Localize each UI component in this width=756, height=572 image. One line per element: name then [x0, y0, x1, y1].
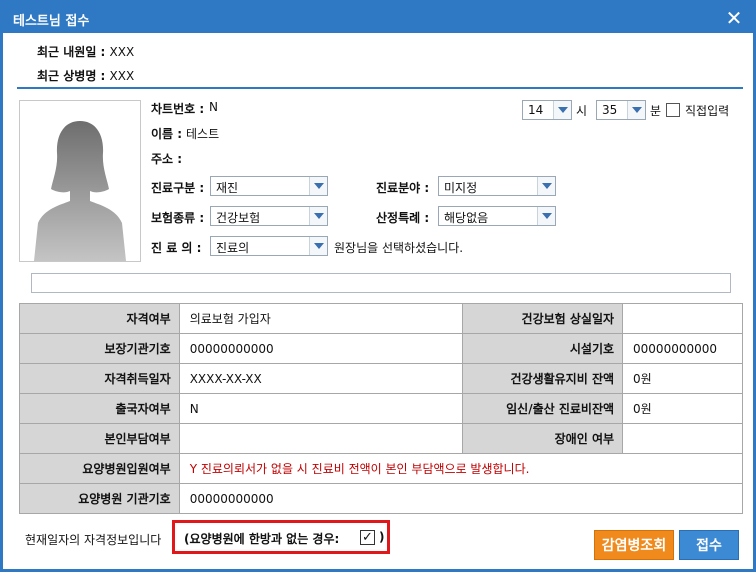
warning-cell: Y 진료의뢰서가 없을 시 진료비 전액이 본인 부담액으로 발생합니다.: [178, 453, 744, 484]
visit-type-label: 진료구분 :: [151, 181, 205, 195]
hour-select[interactable]: 14: [522, 100, 572, 120]
table-header-cell: 요양병원입원여부: [19, 453, 180, 484]
visit-type-value: 재진: [216, 181, 239, 195]
table-header-cell: 자격여부: [19, 303, 180, 334]
table-cell: 0원: [622, 363, 743, 394]
chevron-down-icon[interactable]: [309, 177, 327, 195]
chevron-down-icon[interactable]: [627, 101, 645, 119]
table-cell: 0원: [622, 393, 743, 424]
table-header-cell: 건강생활유지비 잔액: [462, 363, 624, 394]
recent-visit-label: 최근 내원일 :: [37, 45, 110, 59]
recent-disease-row: 최근 상병명 : XXX: [37, 67, 134, 84]
table-header-cell: 임신/출산 진료비잔액: [462, 393, 624, 424]
special-value: 해당없음: [444, 211, 489, 225]
special-label: 산정특례 :: [376, 211, 430, 225]
hour-unit: 시: [576, 104, 588, 118]
table-row: 자격여부 의료보험 가입자 건강보험 상실일자: [19, 303, 743, 334]
hour-value: 14: [528, 103, 544, 117]
doctor-label: 진 료 의 :: [151, 241, 202, 255]
table-header-cell: 요양병원 기관기호: [19, 483, 180, 514]
minute-select[interactable]: 35: [596, 100, 646, 120]
table-header-cell: 자격취득일자: [19, 363, 180, 394]
person-silhouette-icon: [34, 121, 126, 261]
insurance-label: 보험종류 :: [151, 211, 205, 225]
table-row: 요양병원입원여부 Y 진료의뢰서가 없을 시 진료비 전액이 본인 부담액으로 …: [19, 453, 744, 484]
doctor-value: 진료의: [216, 241, 250, 255]
nursing-hospital-close: ): [379, 530, 385, 544]
table-row: 보장기관기호 00000000000 시설기호 00000000000: [19, 333, 743, 364]
table-cell: [178, 423, 464, 454]
table-header-cell: 장애인 여부: [462, 423, 624, 454]
chart-no-value: N: [209, 100, 218, 114]
table-header-cell: 건강보험 상실일자: [462, 303, 624, 334]
table-row: 출국자여부 N 임신/출산 진료비잔액 0원: [19, 393, 743, 424]
name-value: 테스트: [186, 127, 220, 141]
header-divider: [17, 87, 743, 89]
doctor-select[interactable]: 진료의: [210, 236, 328, 256]
dialog-title: 테스트님 접수: [13, 14, 90, 29]
table-cell: 의료보험 가입자: [178, 303, 464, 334]
insurance-select[interactable]: 건강보험: [210, 206, 328, 226]
title-bar: 테스트님 접수 ✕: [3, 3, 753, 33]
infectious-disease-lookup-button[interactable]: 감염병조회: [594, 530, 674, 560]
table-cell: XXXX-XX-XX: [178, 363, 464, 394]
chart-no-label: 차트번호 :: [151, 102, 205, 116]
manual-input-checkbox[interactable]: [666, 103, 680, 117]
chevron-down-icon[interactable]: [537, 207, 555, 225]
department-label: 진료분야 :: [376, 181, 430, 195]
register-button[interactable]: 접수: [679, 530, 739, 560]
table-cell: [622, 423, 743, 454]
name-label: 이름 :: [151, 127, 183, 141]
address-label: 주소 :: [151, 152, 183, 166]
table-header-cell: 보장기관기호: [19, 333, 180, 364]
patient-photo: [19, 100, 141, 262]
memo-input[interactable]: [31, 273, 731, 293]
eligibility-note: 현재일자의 자격정보입니다: [25, 533, 162, 547]
table-row: 자격취득일자 XXXX-XX-XX 건강생활유지비 잔액 0원: [19, 363, 743, 394]
recent-disease-label: 최근 상병명 :: [37, 69, 110, 83]
table-cell: 00000000000: [178, 483, 744, 514]
doctor-suffix: 원장님을 선택하셨습니다.: [334, 241, 464, 255]
minute-value: 35: [602, 103, 618, 117]
table-header-cell: 시설기호: [462, 333, 624, 364]
table-cell: 00000000000: [178, 333, 464, 364]
table-cell: [622, 303, 743, 334]
chevron-down-icon[interactable]: [309, 207, 327, 225]
table-header-cell: 본인부담여부: [19, 423, 180, 454]
dialog-window: 테스트님 접수 ✕ 최근 내원일 : XXX 최근 상병명 : XXX 차트번호…: [0, 0, 756, 572]
recent-disease-value: XXX: [109, 69, 135, 83]
table-header-cell: 출국자여부: [19, 393, 180, 424]
visit-type-select[interactable]: 재진: [210, 176, 328, 196]
close-icon[interactable]: ✕: [723, 7, 745, 29]
table-row: 본인부담여부 장애인 여부: [19, 423, 743, 454]
table-cell: 00000000000: [622, 333, 743, 364]
chevron-down-icon[interactable]: [309, 237, 327, 255]
nursing-hospital-label: (요양병원에 한방과 없는 경우:: [184, 532, 340, 546]
department-value: 미지정: [444, 181, 478, 195]
special-select[interactable]: 해당없음: [438, 206, 556, 226]
manual-input-label: 직접입력: [685, 104, 730, 118]
recent-visit-value: XXX: [109, 45, 135, 59]
nursing-hospital-option: (요양병원에 한방과 없는 경우: ✓ ): [172, 520, 390, 554]
table-cell: N: [178, 393, 464, 424]
nursing-hospital-checkbox[interactable]: ✓: [360, 530, 375, 545]
table-row: 요양병원 기관기호 00000000000: [19, 483, 744, 514]
recent-visit-row: 최근 내원일 : XXX: [37, 43, 134, 60]
department-select[interactable]: 미지정: [438, 176, 556, 196]
chevron-down-icon[interactable]: [537, 177, 555, 195]
insurance-value: 건강보험: [216, 211, 261, 225]
chevron-down-icon[interactable]: [553, 101, 571, 119]
eligibility-table: 자격여부 의료보험 가입자 건강보험 상실일자 보장기관기호 000000000…: [19, 303, 744, 514]
minute-unit: 분: [650, 104, 662, 118]
